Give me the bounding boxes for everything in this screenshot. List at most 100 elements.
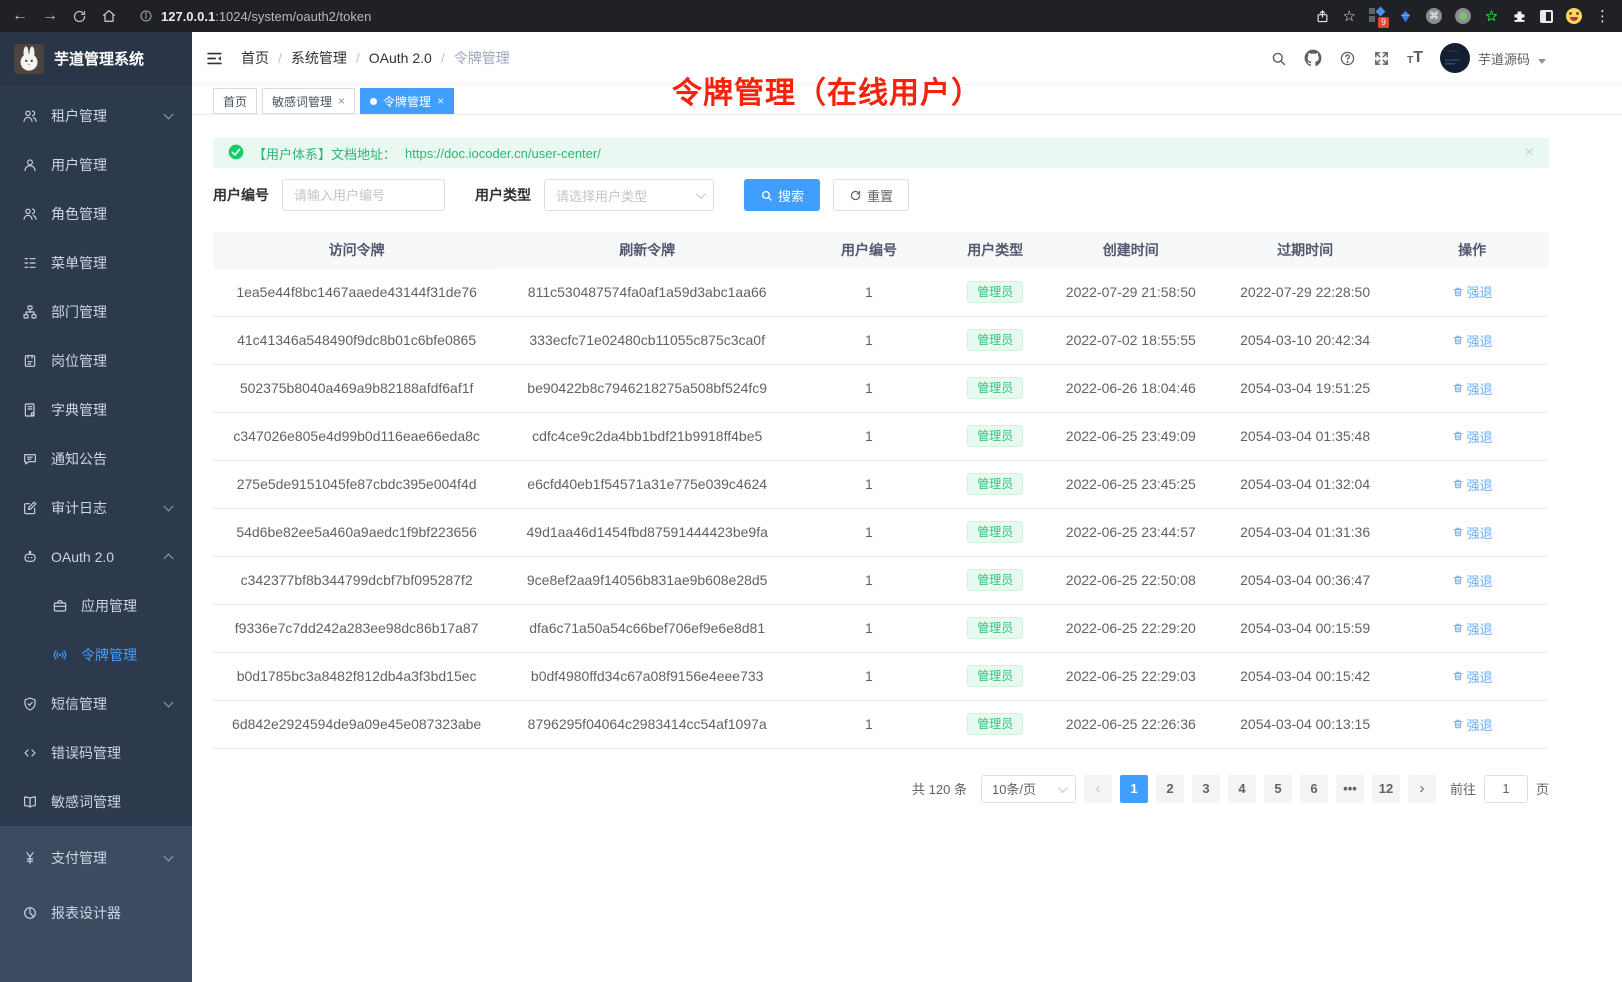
sidebar-item[interactable]: 通知公告: [0, 434, 192, 483]
collapse-sidebar-icon[interactable]: [206, 50, 223, 67]
force-logout-button[interactable]: 强退: [1452, 715, 1493, 734]
user-icon: [22, 157, 38, 173]
pagination-page-button[interactable]: 5: [1264, 775, 1292, 803]
force-logout-button[interactable]: 强退: [1452, 667, 1493, 686]
recorder-extension-icon[interactable]: [1455, 8, 1471, 24]
bookmark-star-icon[interactable]: ☆: [1343, 7, 1356, 25]
font-size-icon[interactable]: TT: [1407, 50, 1423, 66]
command-extension-icon[interactable]: ⌘: [1426, 8, 1442, 24]
post-badge-icon: [22, 353, 38, 369]
error-code-icon: [22, 745, 38, 761]
pagination-page-button[interactable]: 12: [1372, 775, 1400, 803]
tabs-bar: 首页敏感词管理×令牌管理×: [192, 85, 1622, 115]
user-type-badge: 管理员: [967, 281, 1023, 303]
app-logo[interactable]: 芋道管理系统: [0, 32, 192, 85]
pagination-prev-button[interactable]: ‹: [1084, 775, 1112, 803]
sidebar-item[interactable]: 菜单管理: [0, 238, 192, 287]
user-type-badge: 管理员: [967, 377, 1023, 399]
pagination-page-button[interactable]: 6: [1300, 775, 1328, 803]
chevron-down-icon: [1058, 783, 1068, 793]
search-button[interactable]: 搜索: [744, 179, 820, 211]
sidebar-item[interactable]: 字典管理: [0, 385, 192, 434]
address-bar[interactable]: 127.0.0.1:1024/system/oauth2/token: [139, 9, 1301, 24]
force-logout-button[interactable]: 强退: [1452, 475, 1493, 494]
sidebar-item[interactable]: 错误码管理: [0, 728, 192, 777]
goto-page-input[interactable]: [1484, 775, 1528, 803]
sidebar-item-label: OAuth 2.0: [51, 549, 114, 565]
close-alert-icon[interactable]: ×: [1525, 144, 1534, 162]
table-row: c342377bf8b344799dcbf7bf095287f29ce8ef2a…: [213, 556, 1549, 604]
trash-icon: [1452, 286, 1464, 298]
user-type-select[interactable]: 请选择用户类型: [544, 179, 714, 211]
pagination-ellipsis[interactable]: •••: [1336, 775, 1364, 803]
sidebar-item[interactable]: 岗位管理: [0, 336, 192, 385]
tab-令牌管理[interactable]: 令牌管理×: [360, 88, 454, 114]
pagination-page-button[interactable]: 1: [1120, 775, 1148, 803]
share-icon[interactable]: [1315, 9, 1330, 24]
sidebar-item[interactable]: 用户管理: [0, 140, 192, 189]
page-size-select[interactable]: 10条/页: [981, 775, 1076, 803]
reload-button[interactable]: [72, 9, 87, 24]
doc-link[interactable]: https://doc.iocoder.cn/user-center/: [405, 146, 601, 161]
force-logout-button[interactable]: 强退: [1452, 379, 1493, 398]
breadcrumb-separator: /: [441, 50, 445, 66]
help-icon[interactable]: [1339, 50, 1356, 67]
user-id-input[interactable]: [282, 179, 445, 211]
sidebar-item-label: 令牌管理: [81, 645, 137, 665]
back-button[interactable]: ←: [12, 8, 28, 24]
sidebar-item[interactable]: 短信管理: [0, 679, 192, 728]
trash-icon: [1452, 478, 1464, 490]
report-designer-icon: [22, 905, 38, 921]
github-icon[interactable]: [1304, 49, 1322, 67]
extension-badge-icon[interactable]: 9: [1369, 8, 1385, 24]
fullscreen-icon[interactable]: [1373, 50, 1390, 67]
force-logout-button[interactable]: 强退: [1452, 427, 1493, 446]
force-logout-button[interactable]: 强退: [1452, 619, 1493, 638]
sidebar-item[interactable]: 应用管理: [0, 581, 192, 630]
puzzle-extensions-icon[interactable]: [1512, 9, 1527, 24]
breadcrumb-separator: /: [356, 50, 360, 66]
site-info-icon[interactable]: [139, 9, 153, 23]
breadcrumb-item[interactable]: 系统管理: [291, 48, 347, 68]
breadcrumb-item[interactable]: 首页: [241, 48, 269, 68]
forward-button[interactable]: →: [42, 8, 58, 24]
sidebar-item[interactable]: 敏感词管理: [0, 777, 192, 826]
force-logout-button[interactable]: 强退: [1452, 523, 1493, 542]
sidebar-item[interactable]: OAuth 2.0: [0, 532, 192, 581]
chevron-down-icon: [1538, 59, 1546, 64]
tab-敏感词管理[interactable]: 敏感词管理 ×: [262, 88, 355, 114]
star-extension-icon[interactable]: [1484, 9, 1499, 24]
pagination-next-button[interactable]: ›: [1408, 775, 1436, 803]
home-button[interactable]: [101, 8, 117, 24]
sidebar-item[interactable]: 报表设计器: [0, 885, 192, 940]
user-menu[interactable]: 芋道源码: [1440, 43, 1546, 73]
force-logout-button[interactable]: 强退: [1452, 282, 1493, 301]
table-header-row: 访问令牌刷新令牌用户编号用户类型创建时间过期时间操作: [213, 232, 1549, 268]
reset-button[interactable]: 重置: [833, 179, 909, 211]
close-tab-icon[interactable]: ×: [437, 94, 444, 108]
sidebar-item[interactable]: 令牌管理: [0, 630, 192, 679]
search-icon[interactable]: [1270, 50, 1287, 67]
close-tab-icon[interactable]: ×: [338, 94, 345, 108]
pagination-page-button[interactable]: 3: [1192, 775, 1220, 803]
sidebar-item[interactable]: 租户管理: [0, 91, 192, 140]
pagination-page-button[interactable]: 2: [1156, 775, 1184, 803]
column-header: 用户编号: [794, 232, 944, 268]
tab-label: 敏感词管理: [272, 93, 332, 110]
force-logout-button[interactable]: 强退: [1452, 331, 1493, 350]
tab-首页[interactable]: 首页: [213, 88, 257, 114]
sidebar-item[interactable]: 角色管理: [0, 189, 192, 238]
breadcrumb-item[interactable]: OAuth 2.0: [369, 50, 432, 66]
pagination-page-button[interactable]: 4: [1228, 775, 1256, 803]
sidebar-item-label: 报表设计器: [51, 903, 121, 923]
sidebar-item[interactable]: 支付管理: [0, 830, 192, 885]
browser-chrome: ← → 127.0.0.1:1024/system/oauth2/token ☆…: [0, 0, 1622, 32]
gem-extension-icon[interactable]: [1398, 9, 1413, 24]
force-logout-button[interactable]: 强退: [1452, 571, 1493, 590]
browser-menu-icon[interactable]: ⋮: [1595, 7, 1610, 25]
sidebar-item[interactable]: 审计日志: [0, 483, 192, 532]
profile-avatar-icon[interactable]: [1566, 8, 1582, 24]
column-header: 访问令牌: [213, 232, 500, 268]
side-panel-icon[interactable]: [1540, 10, 1553, 23]
sidebar-item[interactable]: 部门管理: [0, 287, 192, 336]
